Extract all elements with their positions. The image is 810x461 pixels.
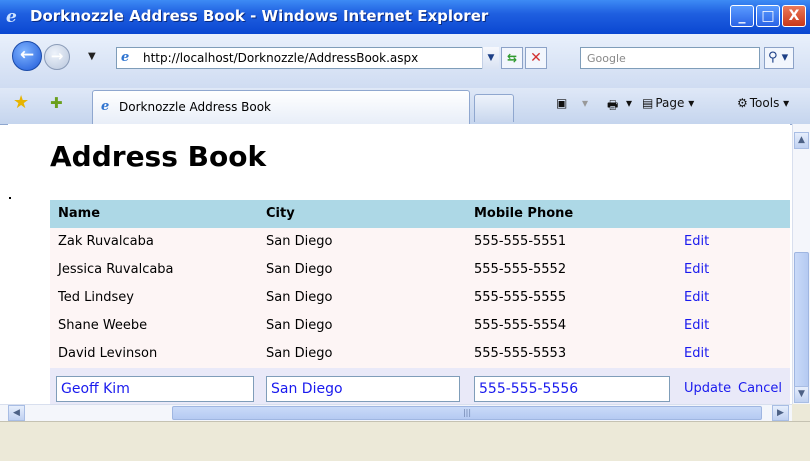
edit-link[interactable]: Edit	[684, 340, 709, 368]
cell-city: San Diego	[266, 234, 333, 249]
feeds-icon[interactable]: ▣	[556, 96, 567, 110]
tools-menu-label: Tools	[749, 96, 780, 110]
favorites-star-icon[interactable]: ★	[13, 92, 29, 113]
print-icon[interactable]: 🖶	[607, 96, 618, 117]
page-title: Address Book	[50, 140, 267, 173]
search-input[interactable]: Google	[580, 47, 760, 69]
cell-name: Ted Lindsey	[58, 290, 134, 305]
table-row: David Levinson San Diego 555-555-5553 Ed…	[50, 340, 790, 368]
page-icon: e	[121, 50, 130, 65]
cell-phone: 555-555-5552	[474, 262, 567, 277]
print-dropdown-icon[interactable]: ▾	[626, 96, 632, 110]
city-field[interactable]	[266, 376, 460, 402]
address-dropdown-icon[interactable]: ▼	[482, 47, 499, 69]
new-tab-button[interactable]	[474, 94, 514, 122]
page-content: Address Book Name City Mobile Phone Zak …	[8, 124, 790, 404]
horizontal-scrollbar[interactable]: ◀ ||| ▶	[0, 404, 792, 421]
tools-menu[interactable]: ⚙ Tools ▾	[737, 96, 789, 110]
cell-city: San Diego	[266, 290, 333, 305]
feeds-dropdown-icon[interactable]: ▾	[582, 96, 588, 110]
edit-row: Update Cancel	[50, 368, 790, 404]
close-button[interactable]: X	[782, 5, 806, 27]
name-field[interactable]	[56, 376, 254, 402]
cancel-link[interactable]: Cancel	[738, 375, 782, 403]
tab-label: Dorknozzle Address Book	[119, 100, 272, 114]
horizontal-scroll-thumb[interactable]: |||	[172, 406, 762, 420]
cell-name: Zak Ruvalcaba	[58, 234, 154, 249]
status-bar	[0, 421, 810, 461]
page-menu[interactable]: ▤ Page ▾	[642, 96, 694, 110]
minimize-button[interactable]: _	[730, 5, 754, 27]
text-caret	[9, 197, 11, 199]
table-row: Ted Lindsey San Diego 555-555-5555 Edit	[50, 284, 790, 312]
cell-city: San Diego	[266, 262, 333, 277]
header-city: City	[266, 206, 295, 221]
history-dropdown-icon[interactable]: ▼	[88, 51, 96, 62]
search-icon: ⚲	[768, 50, 778, 65]
maximize-button[interactable]: □	[756, 5, 780, 27]
table-row: Zak Ruvalcaba San Diego 555-555-5551 Edi…	[50, 228, 790, 256]
back-button[interactable]: ←	[12, 41, 42, 71]
ie-tab-icon: e	[101, 99, 110, 114]
cell-phone: 555-555-5551	[474, 234, 567, 249]
search-placeholder: Google	[587, 52, 626, 65]
address-url[interactable]: http://localhost/Dorknozzle/AddressBook.…	[143, 51, 418, 65]
cell-city: San Diego	[266, 346, 333, 361]
scroll-left-icon[interactable]: ◀	[8, 405, 25, 421]
title-bar: e Dorknozzle Address Book - Windows Inte…	[0, 0, 810, 34]
table-row: Shane Weebe San Diego 555-555-5554 Edit	[50, 312, 790, 340]
cell-phone: 555-555-5554	[474, 318, 567, 333]
scroll-right-icon[interactable]: ▶	[772, 405, 789, 421]
cell-name: Shane Weebe	[58, 318, 148, 333]
mobile-phone-field[interactable]	[474, 376, 670, 402]
cell-phone: 555-555-5553	[474, 346, 567, 361]
stop-icon[interactable]: ✕	[525, 47, 547, 69]
vertical-scrollbar[interactable]: ▲ ▼	[792, 124, 810, 404]
header-mobile-phone: Mobile Phone	[474, 206, 574, 221]
scroll-down-icon[interactable]: ▼	[794, 386, 809, 403]
table-row: Jessica Ruvalcaba San Diego 555-555-5552…	[50, 256, 790, 284]
tab-address-book[interactable]: e Dorknozzle Address Book	[92, 90, 470, 124]
header-name: Name	[58, 206, 101, 221]
edit-link[interactable]: Edit	[684, 228, 709, 256]
edit-link[interactable]: Edit	[684, 312, 709, 340]
vertical-scroll-thumb[interactable]	[794, 252, 809, 392]
add-favorite-icon[interactable]: ✚	[50, 94, 63, 112]
edit-link[interactable]: Edit	[684, 256, 709, 284]
page-menu-icon: ▤	[642, 96, 654, 110]
cell-phone: 555-555-5555	[474, 290, 567, 305]
forward-button[interactable]: →	[44, 44, 70, 70]
scrollbar-corner	[792, 404, 810, 421]
address-book-grid: Name City Mobile Phone Zak Ruvalcaba San…	[50, 200, 790, 404]
window-title: Dorknozzle Address Book - Windows Intern…	[30, 7, 489, 25]
cell-name: David Levinson	[58, 346, 158, 361]
grid-header-row: Name City Mobile Phone	[50, 200, 790, 228]
ie-logo-icon: e	[6, 7, 17, 27]
update-link[interactable]: Update	[684, 375, 731, 403]
cell-city: San Diego	[266, 318, 333, 333]
scroll-up-icon[interactable]: ▲	[794, 132, 809, 149]
search-button[interactable]: ⚲ ▾	[764, 47, 794, 69]
cell-name: Jessica Ruvalcaba	[58, 262, 174, 277]
refresh-icon[interactable]: ⇆	[501, 47, 523, 69]
gear-icon: ⚙	[737, 96, 748, 110]
address-bar[interactable]: e http://localhost/Dorknozzle/AddressBoo…	[116, 47, 496, 69]
page-menu-label: Page	[655, 96, 685, 110]
edit-link[interactable]: Edit	[684, 284, 709, 312]
